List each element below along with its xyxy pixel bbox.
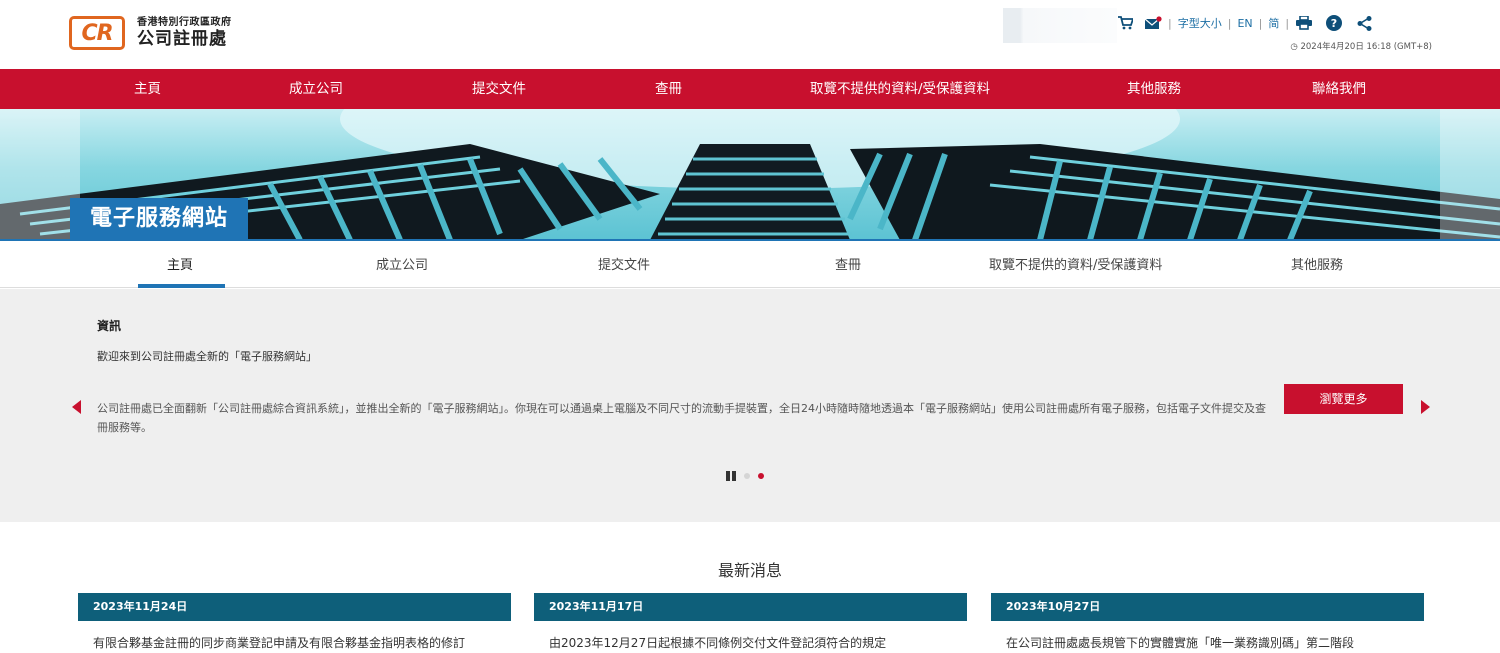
info-welcome-text: 歡迎來到公司註冊處全新的「電子服務網站」 (97, 350, 317, 363)
sub-nav-home[interactable]: 主頁 (167, 241, 193, 288)
print-icon[interactable] (1295, 15, 1313, 31)
clock-icon: ◷ (1290, 42, 1298, 52)
svg-text:?: ? (1331, 17, 1337, 30)
main-nav-contact-us[interactable]: 聯絡我們 (1312, 69, 1366, 109)
main-nav-home[interactable]: 主頁 (134, 69, 161, 109)
carousel-dot-1[interactable] (744, 473, 750, 479)
news-card[interactable]: 2023年11月17日 由2023年12月27日起根據不同條例交付文件登記須符合… (534, 593, 967, 653)
font-size-link[interactable]: 字型大小 (1178, 15, 1222, 31)
info-body-text: 公司註冊處已全面翻新「公司註冊處綜合資訊系統」，並推出全新的「電子服務網站」。你… (97, 402, 1266, 434)
sub-navigation: 主頁 成立公司 提交文件 查冊 取覽不提供的資料/受保護資料 其他服務 (0, 241, 1500, 288)
logo-badge: CR (69, 16, 125, 50)
main-nav-file-documents[interactable]: 提交文件 (472, 69, 526, 109)
news-date: 2023年11月17日 (534, 593, 967, 621)
carousel-prev-arrow-icon[interactable] (72, 400, 81, 414)
news-headline[interactable]: 在公司註冊處處長規管下的實體實施「唯一業務識別碼」第二階段 (991, 621, 1424, 651)
mail-icon[interactable] (1144, 15, 1162, 31)
help-icon[interactable]: ? (1325, 15, 1343, 31)
sub-nav-other-services[interactable]: 其他服務 (1291, 241, 1343, 288)
cart-icon[interactable] (1116, 15, 1134, 31)
main-navigation: 主頁 成立公司 提交文件 查冊 取覽不提供的資料/受保護資料 其他服務 聯絡我們 (0, 69, 1500, 109)
active-tab-indicator (138, 284, 225, 288)
sub-nav-search[interactable]: 查冊 (835, 241, 861, 288)
news-date: 2023年11月24日 (78, 593, 511, 621)
read-more-button[interactable]: 瀏覽更多 (1284, 384, 1403, 414)
news-headline[interactable]: 由2023年12月27日起根據不同條例交付文件登記須符合的規定 (534, 621, 967, 651)
current-datetime: ◷ 2024年4月20日 16:18 (GMT+8) (1290, 42, 1432, 52)
language-en-link[interactable]: EN (1237, 17, 1252, 30)
hero-banner: 電子服務網站 (0, 109, 1500, 240)
news-card[interactable]: 2023年10月27日 在公司註冊處處長規管下的實體實施「唯一業務識別碼」第二階… (991, 593, 1424, 653)
news-date: 2023年10月27日 (991, 593, 1424, 621)
pause-icon[interactable] (726, 471, 736, 481)
main-nav-search[interactable]: 查冊 (655, 69, 682, 109)
sub-nav-file-documents[interactable]: 提交文件 (598, 241, 650, 288)
latest-news-heading: 最新消息 (717, 561, 782, 580)
logo-government-text: 香港特別行政區政府 (137, 17, 232, 28)
info-carousel: 資訊 歡迎來到公司註冊處全新的「電子服務網站」 公司註冊處已全面翻新「公司註冊處… (0, 289, 1500, 522)
sub-nav-protected-info[interactable]: 取覽不提供的資料/受保護資料 (989, 241, 1162, 288)
header-tools: | 字型大小 | EN | 简 | ? (1116, 15, 1373, 31)
carousel-dot-2[interactable] (758, 473, 764, 479)
info-title: 資訊 (97, 319, 122, 333)
carousel-next-arrow-icon[interactable] (1421, 400, 1430, 414)
news-headline[interactable]: 有限合夥基金註冊的同步商業登記申請及有限合夥基金指明表格的修訂 (78, 621, 511, 651)
main-nav-protected-info[interactable]: 取覽不提供的資料/受保護資料 (810, 69, 990, 109)
banner-title: 電子服務網站 (70, 198, 249, 240)
search-input[interactable] (1003, 8, 1117, 43)
news-card[interactable]: 2023年11月24日 有限合夥基金註冊的同步商業登記申請及有限合夥基金指明表格… (78, 593, 511, 653)
share-icon[interactable] (1355, 15, 1373, 31)
language-sc-link[interactable]: 简 (1268, 15, 1279, 31)
site-header: CR 香港特別行政區政府 公司註冊處 | 字型大小 | EN | 简 | ? ◷… (0, 0, 1500, 69)
logo-registry-name: 公司註冊處 (137, 29, 227, 49)
site-logo[interactable]: CR 香港特別行政區政府 公司註冊處 (69, 16, 232, 50)
main-nav-other-services[interactable]: 其他服務 (1127, 69, 1181, 109)
carousel-indicators (726, 471, 764, 481)
sub-nav-incorporate[interactable]: 成立公司 (376, 241, 428, 288)
main-nav-incorporate[interactable]: 成立公司 (289, 69, 343, 109)
